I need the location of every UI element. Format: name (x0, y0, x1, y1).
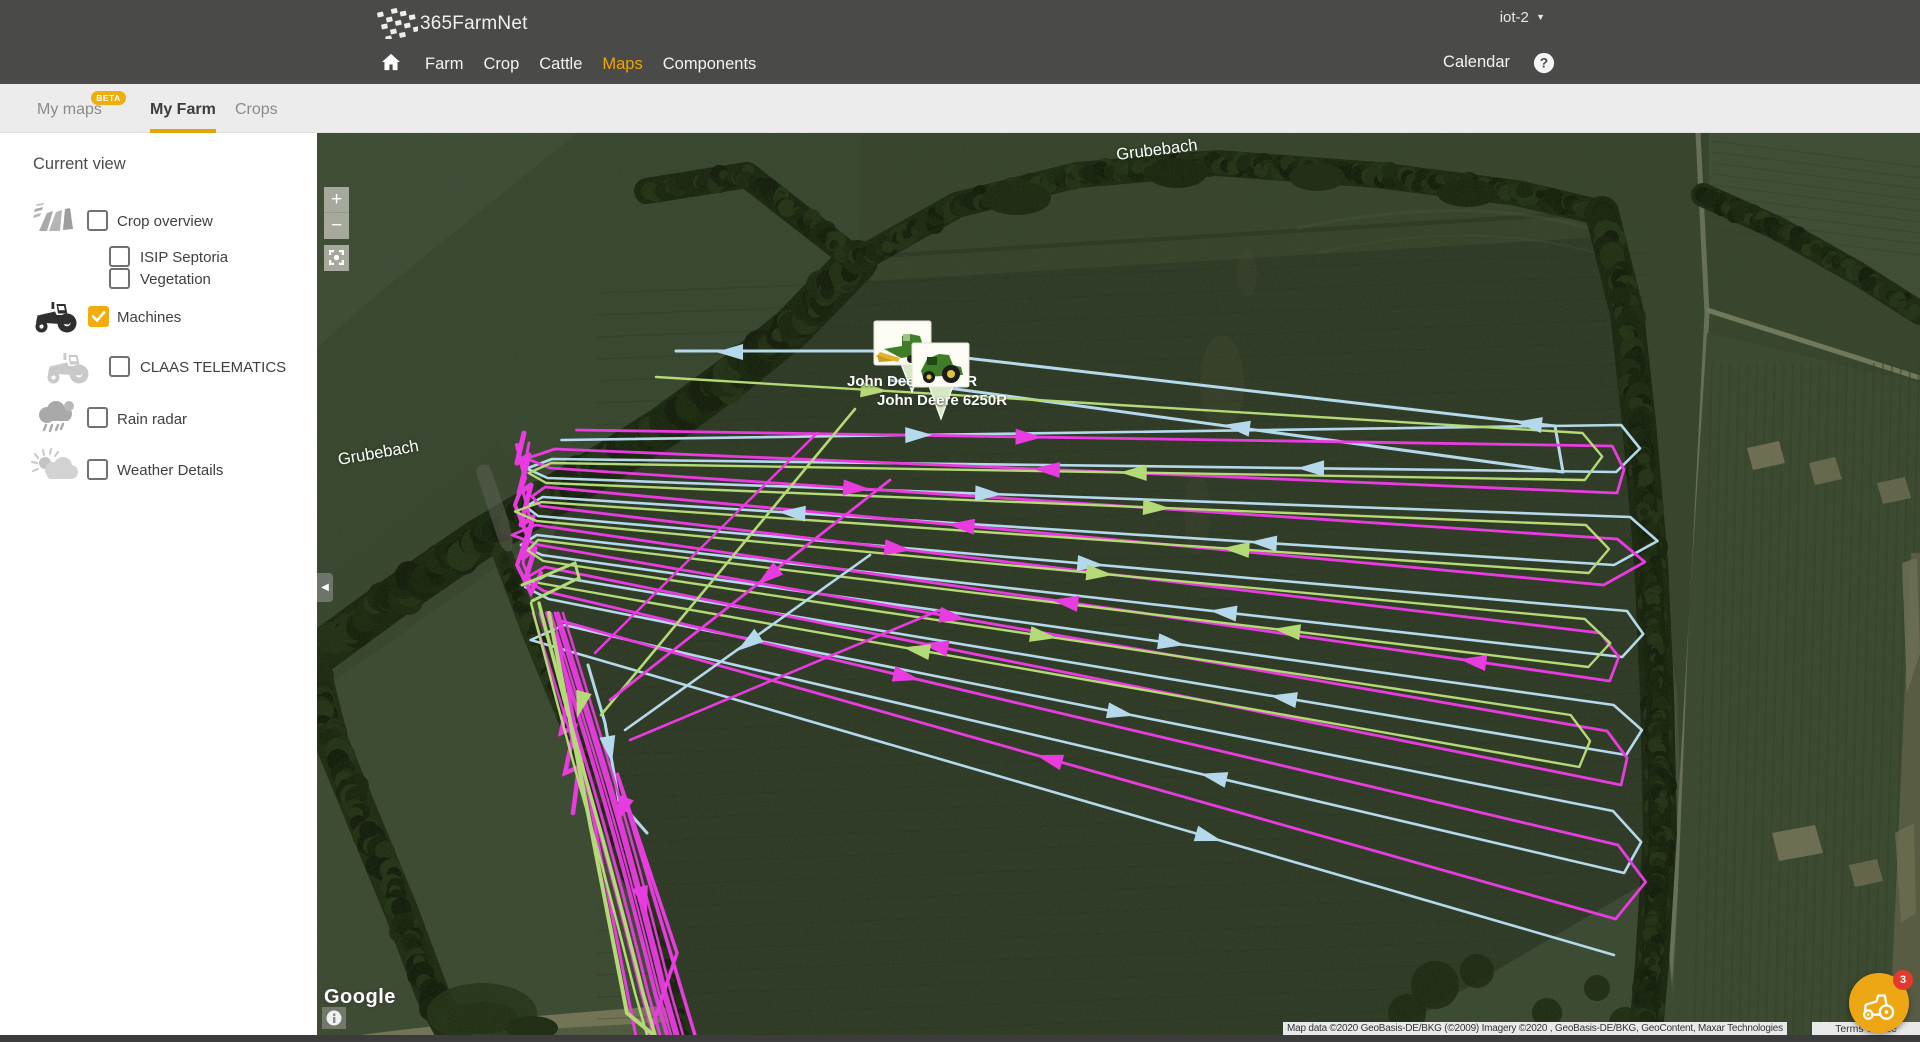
svg-text:?: ? (1540, 56, 1548, 71)
svg-text:John Deere 6250R: John Deere 6250R (877, 392, 1007, 409)
